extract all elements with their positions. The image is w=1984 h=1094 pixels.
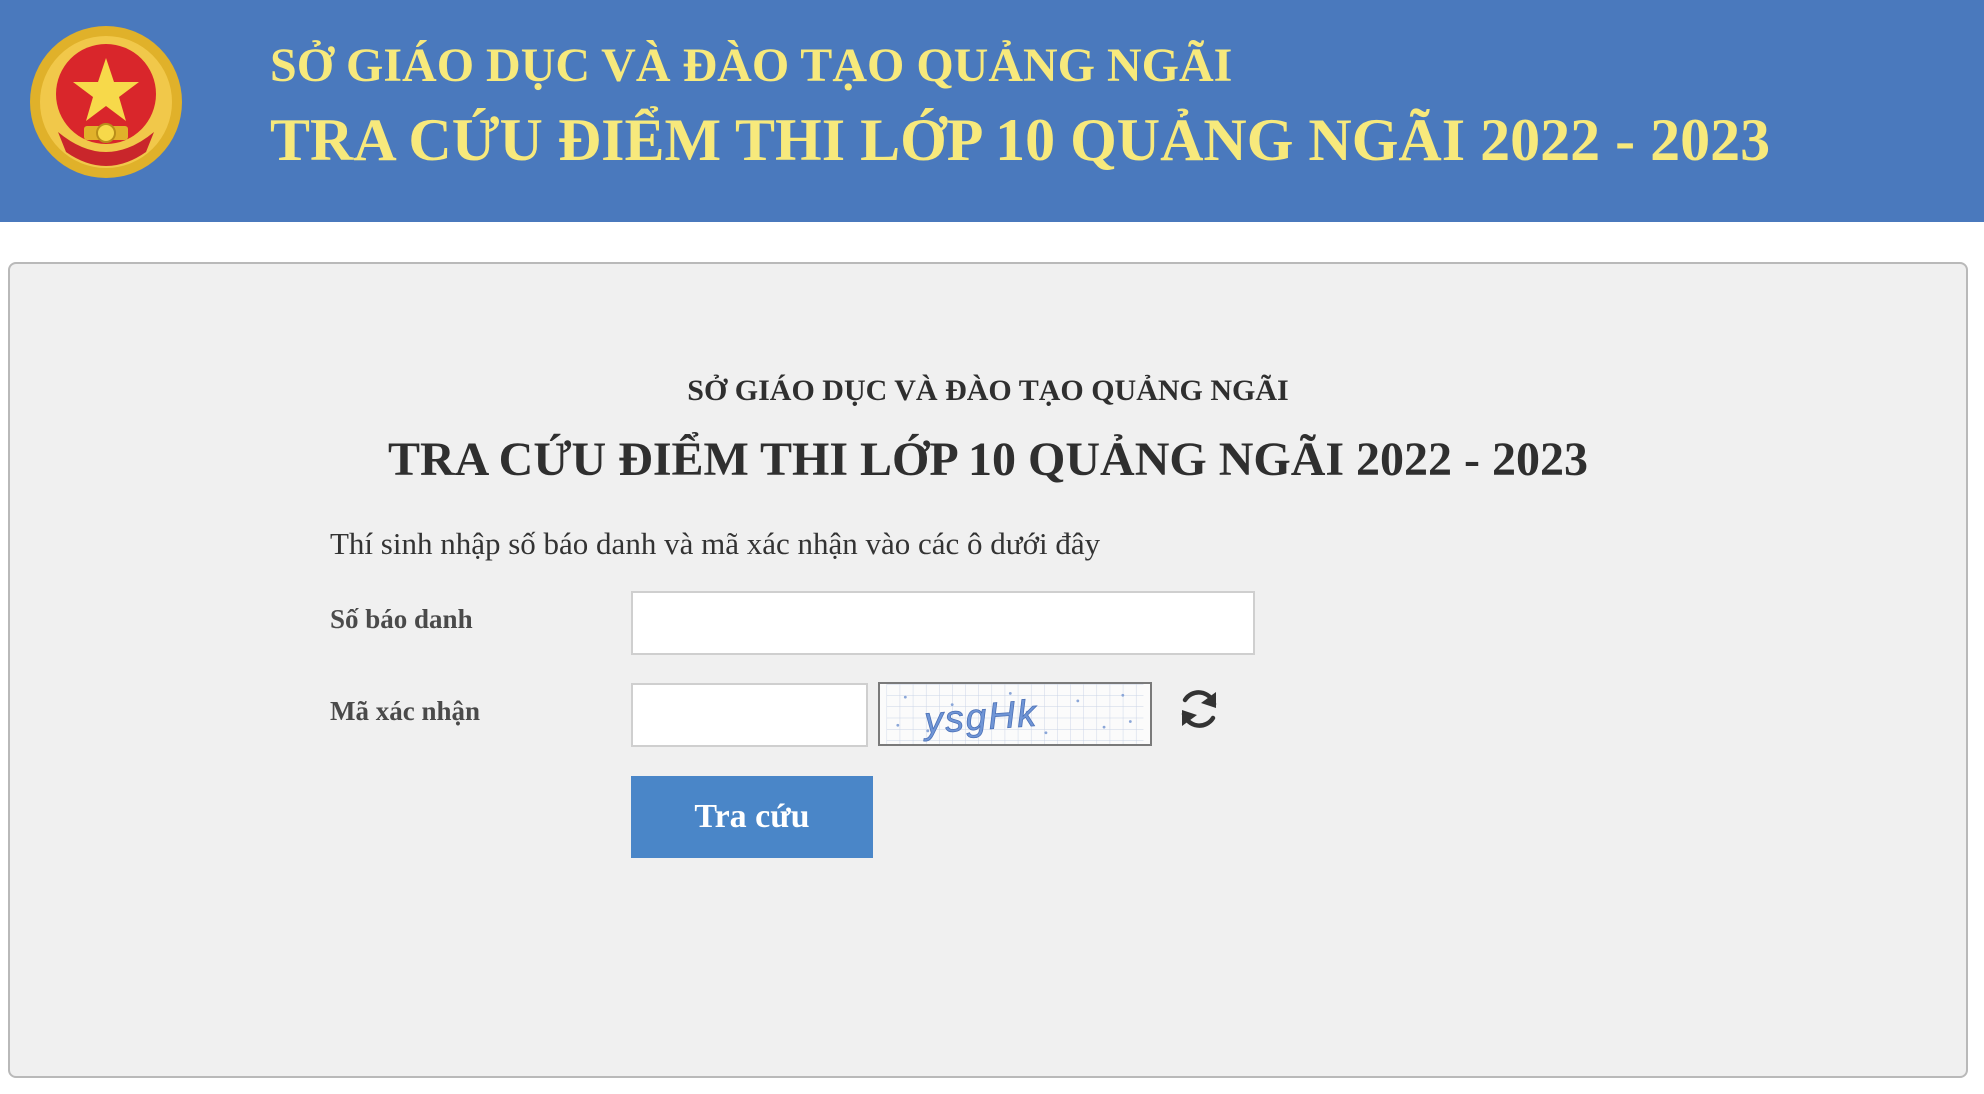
captcha-label: Mã xác nhận	[330, 696, 481, 726]
lookup-panel: SỞ GIÁO DỤC VÀ ĐÀO TẠO QUẢNG NGÃI TRA CỨ…	[8, 262, 1968, 1078]
refresh-icon[interactable]	[1174, 684, 1224, 734]
header-department-title: SỞ GIÁO DỤC VÀ ĐÀO TẠO QUẢNG NGÃI	[270, 39, 1233, 92]
sbd-label: Số báo danh	[330, 604, 473, 634]
panel-department-title: SỞ GIÁO DỤC VÀ ĐÀO TẠO QUẢNG NGÃI	[687, 374, 1289, 407]
header-lookup-title: TRA CỨU ĐIỂM THI LỚP 10 QUẢNG NGÃI 2022 …	[270, 107, 1771, 173]
lookup-submit-button[interactable]: Tra cứu	[631, 776, 873, 858]
panel-lookup-title: TRA CỨU ĐIỂM THI LỚP 10 QUẢNG NGÃI 2022 …	[387, 433, 1589, 486]
captcha-input[interactable]	[631, 683, 868, 747]
captcha-image: ysgHk	[878, 682, 1152, 746]
captcha-text: ysgHk	[920, 692, 1040, 742]
site-header: SỞ GIÁO DỤC VÀ ĐÀO TẠO QUẢNG NGÃI TRA CỨ…	[0, 0, 1984, 222]
sbd-input[interactable]	[631, 591, 1255, 655]
instruction-text: Thí sinh nhập số báo danh và mã xác nhận…	[330, 526, 1101, 561]
national-emblem-icon	[30, 26, 182, 178]
